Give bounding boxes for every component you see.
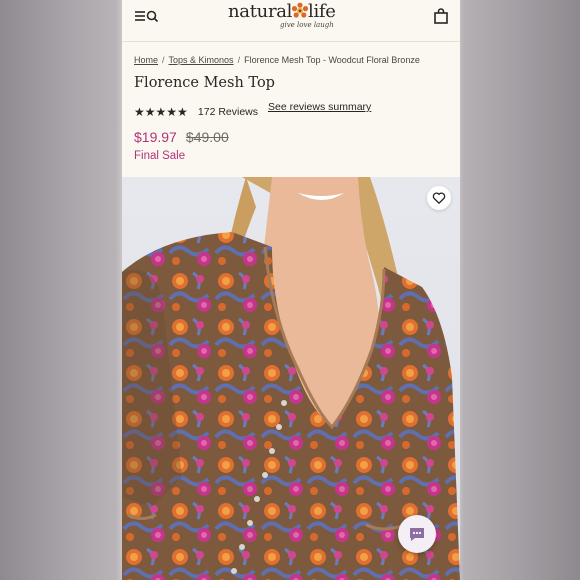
- sale-price: $19.97: [134, 129, 177, 145]
- menu-icon[interactable]: [134, 7, 160, 25]
- site-logo[interactable]: natural life give love laugh: [228, 0, 354, 36]
- original-price: $49.00: [185, 129, 229, 145]
- product-title: Florence Mesh Top: [134, 75, 275, 91]
- product-rating[interactable]: ★★★★★ 172 Reviews: [134, 101, 258, 119]
- breadcrumb-home-link[interactable]: Home: [134, 55, 158, 65]
- logo-word-life: life: [308, 1, 336, 22]
- product-page: natural life give love laugh Home / Tops…: [122, 0, 460, 580]
- breadcrumb-category-link[interactable]: Tops & Kimonos: [169, 55, 234, 65]
- heart-icon[interactable]: [432, 191, 446, 205]
- site-header: natural life give love laugh: [122, 0, 460, 40]
- logo-word-natural: natural: [228, 1, 293, 22]
- logo-tagline: give love laugh: [280, 21, 334, 29]
- review-count[interactable]: 172 Reviews: [198, 106, 258, 118]
- final-sale-label: Final Sale: [134, 150, 186, 162]
- price-row: $19.97 $49.00: [134, 127, 229, 146]
- star-rating-icons[interactable]: ★★★★★: [134, 105, 188, 119]
- flower-logo-icon: [291, 2, 309, 18]
- header-divider: [122, 41, 460, 42]
- search-icon: [146, 10, 159, 23]
- see-reviews-summary-link[interactable]: See reviews summary: [268, 101, 371, 113]
- breadcrumb-separator: /: [162, 55, 165, 65]
- breadcrumb-separator: /: [237, 55, 241, 65]
- shopping-bag-icon[interactable]: [433, 8, 449, 24]
- cart-button[interactable]: [433, 8, 449, 24]
- breadcrumb: Home / Tops & Kimonos / Florence Mesh Top - …: [134, 55, 420, 65]
- breadcrumb-current-page: Florence Mesh Top - Woodcut Floral Bronz…: [244, 55, 420, 65]
- wishlist-button[interactable]: [427, 186, 451, 210]
- chat-button[interactable]: [398, 515, 436, 553]
- chat-bubble-icon[interactable]: [407, 524, 427, 544]
- menu-search-button[interactable]: [134, 7, 160, 25]
